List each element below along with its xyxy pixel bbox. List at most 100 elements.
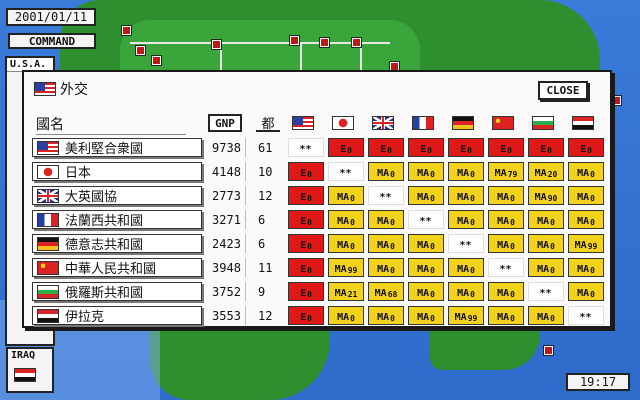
relation-cell-cn[interactable]: MA 79 <box>488 162 524 181</box>
relation-cell-jp[interactable]: MA 0 <box>328 306 364 325</box>
city-marker[interactable] <box>544 346 553 355</box>
column-header-gnp[interactable]: GNP <box>208 114 242 132</box>
relation-cell-de[interactable]: MA 0 <box>448 282 484 301</box>
country-name-cell[interactable]: 中華人民共和國 <box>32 258 202 277</box>
relation-cell-ru[interactable]: MA 0 <box>528 306 564 325</box>
relation-cell-iq: ** <box>568 306 604 325</box>
relation-cell-iq[interactable]: MA 0 <box>568 282 604 301</box>
relation-cell-fr[interactable]: MA 0 <box>408 306 444 325</box>
country-name-cell[interactable]: 俄羅斯共和國 <box>32 282 202 301</box>
relation-code: ** <box>459 240 472 251</box>
relation-code: MA <box>457 192 470 203</box>
relation-cell-cn[interactable]: E0 <box>488 138 524 157</box>
relation-code: ** <box>499 264 512 275</box>
relation-cell-fr[interactable]: MA 0 <box>408 186 444 205</box>
country-card-iraq[interactable]: IRAQ <box>6 347 54 393</box>
country-name-cell[interactable]: 伊拉克 <box>32 306 202 325</box>
relation-cell-fr[interactable]: MA 0 <box>408 234 444 253</box>
relation-cell-us[interactable]: E0 <box>288 306 324 325</box>
relation-cell-de[interactable]: MA 0 <box>448 186 484 205</box>
gnp-value: 9738 <box>208 138 246 157</box>
russia-flag-icon <box>532 116 554 130</box>
close-button[interactable]: CLOSE <box>538 81 588 100</box>
country-name-cell[interactable]: 德意志共和國 <box>32 234 202 253</box>
relation-cell-us[interactable]: E0 <box>288 282 324 301</box>
russia-flag-icon <box>37 284 59 299</box>
relation-cell-iq[interactable]: MA 0 <box>568 258 604 277</box>
country-name-cell[interactable]: 日本 <box>32 162 202 181</box>
relation-cell-cn[interactable]: MA 0 <box>488 282 524 301</box>
relation-cell-fr[interactable]: MA 0 <box>408 258 444 277</box>
country-name: 大英國協 <box>65 190 118 205</box>
relation-cell-cn[interactable]: MA 0 <box>488 306 524 325</box>
relation-cell-ru[interactable]: E0 <box>528 138 564 157</box>
relation-value: 68 <box>387 290 398 299</box>
relation-cell-uk[interactable]: MA 68 <box>368 282 404 301</box>
country-name-cell[interactable]: 大英國協 <box>32 186 202 205</box>
relation-cell-ru[interactable]: MA 0 <box>528 258 564 277</box>
relation-cell-cn[interactable]: MA 0 <box>488 210 524 229</box>
relation-cell-us[interactable]: E0 <box>288 210 324 229</box>
relation-cell-cn[interactable]: MA 0 <box>488 234 524 253</box>
command-button[interactable]: COMMAND <box>8 33 96 49</box>
relation-value: 0 <box>350 218 355 227</box>
relation-cell-jp[interactable]: MA 0 <box>328 210 364 229</box>
relation-cell-ru[interactable]: MA 0 <box>528 210 564 229</box>
column-header-city[interactable]: 都 <box>256 114 280 132</box>
relation-cell-jp[interactable]: MA 0 <box>328 186 364 205</box>
relation-code: MA <box>454 312 467 323</box>
relation-code: MA <box>377 312 390 323</box>
relation-code: MA <box>497 240 510 251</box>
relation-cell-ru[interactable]: MA 90 <box>528 186 564 205</box>
relation-cell-iq[interactable]: E0 <box>568 138 604 157</box>
relation-cell-fr[interactable]: E0 <box>408 138 444 157</box>
relation-cell-ru[interactable]: MA 20 <box>528 162 564 181</box>
city-marker[interactable] <box>290 36 299 45</box>
relation-cell-uk[interactable]: MA 0 <box>368 306 404 325</box>
city-marker[interactable] <box>152 56 161 65</box>
relation-cell-ru[interactable]: MA 0 <box>528 234 564 253</box>
city-marker[interactable] <box>122 26 131 35</box>
relation-cell-de[interactable]: MA 0 <box>448 210 484 229</box>
city-marker[interactable] <box>136 46 145 55</box>
city-marker[interactable] <box>612 96 621 105</box>
relation-cell-fr[interactable]: MA 0 <box>408 282 444 301</box>
relation-cell-jp[interactable]: MA 0 <box>328 234 364 253</box>
relation-value: 99 <box>467 314 478 323</box>
relation-cell-uk[interactable]: MA 0 <box>368 258 404 277</box>
relation-cell-iq[interactable]: MA 99 <box>568 234 604 253</box>
relation-cell-de[interactable]: MA 99 <box>448 306 484 325</box>
relation-cell-uk[interactable]: E0 <box>368 138 404 157</box>
relation-cell-iq[interactable]: MA 0 <box>568 186 604 205</box>
relation-cell-cn[interactable]: MA 0 <box>488 186 524 205</box>
relation-cell-jp[interactable]: E0 <box>328 138 364 157</box>
relation-cell-fr[interactable]: MA 0 <box>408 162 444 181</box>
relation-cell-us[interactable]: E0 <box>288 234 324 253</box>
relation-value: 0 <box>430 266 435 275</box>
city-marker[interactable] <box>320 38 329 47</box>
relation-cell-us[interactable]: E0 <box>288 162 324 181</box>
relation-cell-us[interactable]: E0 <box>288 186 324 205</box>
relation-cell-iq[interactable]: MA 0 <box>568 210 604 229</box>
iraq-flag-icon <box>37 308 59 323</box>
relation-cell-uk[interactable]: MA 0 <box>368 162 404 181</box>
country-name-cell[interactable]: 法蘭西共和國 <box>32 210 202 229</box>
relation-cell-ru: ** <box>528 282 564 301</box>
country-name-cell[interactable]: 美利堅合衆國 <box>32 138 202 157</box>
relation-cell-de[interactable]: MA 0 <box>448 258 484 277</box>
germany-flag-icon <box>37 236 59 251</box>
relation-cell-iq[interactable]: MA 0 <box>568 162 604 181</box>
relation-code: E <box>340 144 347 155</box>
relation-code: ** <box>539 288 552 299</box>
city-marker[interactable] <box>212 40 221 49</box>
city-marker[interactable] <box>352 38 361 47</box>
relation-cell-de[interactable]: E0 <box>448 138 484 157</box>
iraq-flag-icon <box>14 368 36 382</box>
relation-cell-uk[interactable]: MA 0 <box>368 234 404 253</box>
relation-cell-jp[interactable]: MA 99 <box>328 258 364 277</box>
relation-cell-us[interactable]: E0 <box>288 258 324 277</box>
relation-cell-de[interactable]: MA 0 <box>448 162 484 181</box>
relation-cell-jp[interactable]: MA 21 <box>328 282 364 301</box>
relation-cell-uk[interactable]: MA 0 <box>368 210 404 229</box>
relation-code: E <box>300 288 307 299</box>
